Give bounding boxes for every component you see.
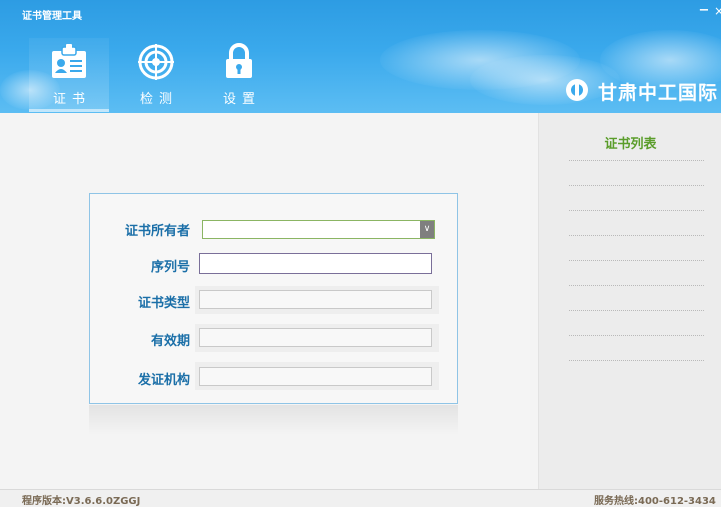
owner-select[interactable]: ∨ (202, 220, 435, 239)
certificate-detail-panel: 证书所有者 ∨ 序列号 证书类型 有效期 发证机构 (89, 193, 458, 404)
lock-icon (226, 43, 252, 78)
issuer-field (199, 367, 432, 386)
tab-settings[interactable]: 设置 (199, 38, 279, 112)
logo-icon (566, 79, 588, 101)
close-button[interactable]: × (714, 4, 721, 18)
tab-certificate-label: 证书 (52, 92, 91, 107)
owner-label: 证书所有者 (124, 224, 190, 239)
certificate-list-panel: 证书列表 (538, 113, 721, 489)
type-field (199, 290, 432, 309)
list-item[interactable] (569, 160, 704, 161)
validity-label: 有效期 (150, 334, 190, 349)
panel-shadow (89, 405, 458, 435)
tab-certificate[interactable]: 证书 (29, 38, 109, 112)
app-title: 证书管理工具 (22, 11, 82, 22)
serial-label: 序列号 (150, 260, 190, 275)
list-item[interactable] (569, 185, 704, 186)
serial-field[interactable] (199, 253, 432, 274)
certificate-list-title: 证书列表 (604, 137, 657, 152)
company-logo: 甘肃中工国际 (566, 78, 721, 104)
title-bar: 证书管理工具 − × 证书 检测 设置 甘肃中工国际 (0, 0, 721, 113)
chevron-down-icon[interactable]: ∨ (420, 221, 434, 238)
hotline-text: 服务热线:400-612-3434 (594, 496, 716, 507)
list-item[interactable] (569, 360, 704, 361)
tab-detect-label: 检测 (139, 92, 178, 107)
list-item[interactable] (569, 335, 704, 336)
tab-settings-label: 设置 (222, 92, 261, 107)
list-item[interactable] (569, 235, 704, 236)
type-label: 证书类型 (137, 296, 190, 311)
certificate-icon (52, 44, 86, 78)
list-item[interactable] (569, 260, 704, 261)
list-item[interactable] (569, 310, 704, 311)
status-bar: 程序版本:V3.6.6.0ZGGJ 服务热线:400-612-3434 (0, 489, 721, 507)
issuer-label: 发证机构 (137, 373, 190, 388)
logo-text: 甘肃中工国际 (598, 82, 719, 104)
list-item[interactable] (569, 285, 704, 286)
list-item[interactable] (569, 210, 704, 211)
target-icon (138, 44, 174, 80)
tab-detect[interactable]: 检测 (116, 38, 196, 112)
version-text: 程序版本:V3.6.6.0ZGGJ (22, 496, 141, 507)
validity-field (199, 328, 432, 347)
minimize-button[interactable]: − (697, 4, 711, 18)
